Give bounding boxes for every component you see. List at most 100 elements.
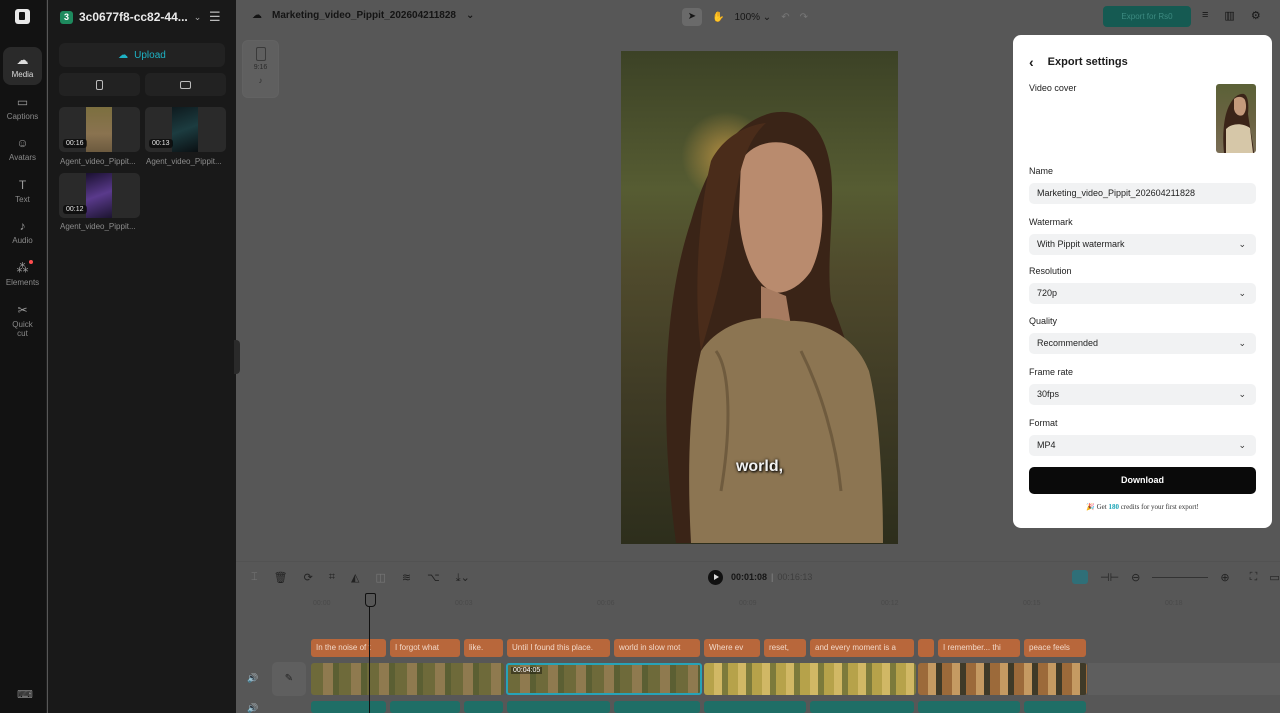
caption-clip[interactable]: peace feels [1024, 639, 1086, 657]
list-menu-icon[interactable]: ☰ [209, 9, 221, 25]
project-switcher[interactable]: 3 3c0677f8-cc82-44... ⌄ [60, 9, 201, 25]
quality-select[interactable]: Recommended ⌄ [1029, 333, 1256, 354]
adjust-icon[interactable]: ≋ [402, 571, 411, 585]
settings-gear-icon[interactable]: ⚙ [1251, 9, 1261, 22]
avatar-icon: ☺ [16, 136, 29, 150]
caption-clip[interactable]: world in slow mot [614, 639, 700, 657]
audio-clip[interactable] [464, 701, 503, 713]
audio-clip[interactable] [614, 701, 700, 713]
redo-icon[interactable]: ↷ [800, 12, 808, 23]
delete-icon[interactable]: 🗑 [274, 571, 288, 585]
name-input[interactable]: Marketing_video_Pippit_202604211828 [1029, 183, 1256, 204]
rail-item-media[interactable]: ☁ Media [3, 47, 42, 85]
upload-button[interactable]: ☁ Upload [59, 43, 225, 67]
thumbnail-image [172, 107, 198, 152]
pointer-tool-icon[interactable]: ➤ [682, 8, 702, 26]
download-button[interactable]: Download [1029, 467, 1256, 494]
zoom-out-icon[interactable]: ⊖ [1131, 571, 1140, 584]
video-clip[interactable] [311, 663, 504, 695]
undo-icon[interactable]: ↶ [781, 12, 789, 23]
frame-rate-select[interactable]: 30fps ⌄ [1029, 384, 1256, 405]
video-clip-selected[interactable]: 00:04:05 [506, 663, 702, 695]
crop-icon[interactable]: ⌗ [329, 571, 335, 585]
rail-item-audio[interactable]: ♪ Audio [3, 213, 42, 251]
edit-track-button[interactable]: ✎ [272, 662, 306, 696]
aspect-ratio-selector[interactable]: 9:16 ♪ [242, 40, 279, 98]
format-select[interactable]: MP4 ⌄ [1029, 435, 1256, 456]
zoom-dropdown[interactable]: 100% ⌄ [734, 12, 771, 23]
zoom-slider[interactable] [1152, 576, 1209, 578]
audio-clip[interactable] [1024, 701, 1086, 713]
ruler-tick: 00:03 [455, 600, 473, 607]
fullscreen-icon[interactable]: ⛶ [1250, 571, 1258, 584]
phone-icon [255, 47, 266, 61]
ruler-tick: 00:15 [1023, 600, 1041, 607]
top-bar: ☁ Marketing_video_Pippit_202604211828 ⌄ … [236, 0, 1280, 34]
mask-icon[interactable]: ◫ [375, 571, 385, 585]
rail-item-captions[interactable]: ▭ Captions [3, 89, 42, 127]
audio-mute-icon[interactable]: 🔊 [247, 703, 258, 713]
split-icon[interactable]: ⌶ [251, 571, 258, 585]
caption-clip[interactable]: Where ev [704, 639, 760, 657]
media-thumbnail[interactable]: 00:13 [145, 107, 226, 152]
rail-item-avatars[interactable]: ☺ Avatars [3, 130, 42, 168]
caption-clip[interactable]: I remember... thi [938, 639, 1020, 657]
landscape-filter-button[interactable] [145, 73, 226, 96]
caption-clip[interactable]: and every moment is a [810, 639, 914, 657]
magnet-icon[interactable] [1072, 570, 1088, 584]
audio-clip[interactable] [311, 701, 386, 713]
export-button[interactable]: Export for Rs0 [1103, 6, 1191, 27]
media-panel: 3 3c0677f8-cc82-44... ⌄ ☰ ☁ Upload 00:16… [48, 0, 236, 713]
pippit-logo-icon[interactable] [15, 9, 30, 24]
landscape-icon [180, 80, 191, 89]
zoom-in-icon[interactable]: ⊕ [1220, 571, 1229, 584]
caption-clip[interactable]: Until I found this place. [507, 639, 610, 657]
party-popper-icon: 🎉 [1086, 503, 1095, 511]
audio-clip[interactable] [390, 701, 460, 713]
media-thumbnail[interactable]: 00:16 [59, 107, 140, 152]
back-arrow-icon[interactable]: ‹ [1029, 54, 1034, 70]
monitor-icon[interactable]: ▭ [1269, 571, 1279, 584]
caption-clip[interactable]: reset, [764, 639, 806, 657]
file-name-menu[interactable]: ☁ Marketing_video_Pippit_202604211828 ⌄ [252, 10, 474, 21]
layout-icon[interactable]: ▥ [1224, 9, 1234, 22]
audio-clip[interactable] [704, 701, 806, 713]
timeline-ruler[interactable]: 00:00 00:03 00:06 00:09 00:12 00:15 00:1… [236, 593, 1280, 613]
caption-clip[interactable]: like. [464, 639, 503, 657]
portrait-filter-button[interactable] [59, 73, 140, 96]
split-view-icon[interactable]: ⊣⊢ [1100, 571, 1119, 584]
rail-item-label: Avatars [9, 153, 36, 162]
panel-collapse-handle[interactable] [234, 340, 240, 374]
play-button[interactable] [708, 570, 723, 585]
track-mute-icon[interactable]: 🔊 [247, 673, 258, 684]
cloud-save-icon: ☁ [252, 10, 262, 21]
rail-item-label: Media [11, 70, 34, 79]
trim-icon[interactable]: ⌥ [427, 571, 440, 585]
video-clip[interactable] [704, 663, 916, 695]
caption-clip[interactable] [918, 639, 934, 657]
download-icon[interactable]: ⤓⌄ [456, 571, 470, 585]
audio-clip[interactable] [918, 701, 1020, 713]
video-cover-thumbnail[interactable] [1216, 84, 1256, 153]
watermark-value: With Pippit watermark [1037, 239, 1125, 249]
video-clip[interactable] [918, 663, 1087, 695]
watermark-select[interactable]: With Pippit watermark ⌄ [1029, 234, 1256, 255]
keyboard-icon[interactable]: ⌨ [17, 688, 33, 701]
chevron-down-icon: ⌄ [1238, 389, 1246, 399]
media-thumbnail[interactable]: 00:12 [59, 173, 140, 218]
layers-icon[interactable]: ≡ [1202, 9, 1208, 22]
rail-item-elements[interactable]: ⁂ Elements [3, 255, 42, 293]
video-preview[interactable]: world, [621, 51, 898, 544]
caption-clip[interactable]: I forgot what [390, 639, 460, 657]
playhead[interactable] [365, 593, 376, 713]
replace-icon[interactable]: ⟳ [304, 571, 313, 585]
audio-clip[interactable] [507, 701, 610, 713]
hand-tool-icon[interactable]: ✋ [712, 12, 724, 23]
resolution-select[interactable]: 720p ⌄ [1029, 283, 1256, 304]
flip-icon[interactable]: ◭ [351, 571, 359, 585]
rail-item-text[interactable]: T Text [3, 172, 42, 210]
audio-clip[interactable] [810, 701, 914, 713]
caption-clip[interactable]: In the noise of t [311, 639, 386, 657]
rail-item-quick-cut[interactable]: ✂ Quick cut [3, 297, 42, 343]
video-track-empty [1088, 663, 1280, 695]
